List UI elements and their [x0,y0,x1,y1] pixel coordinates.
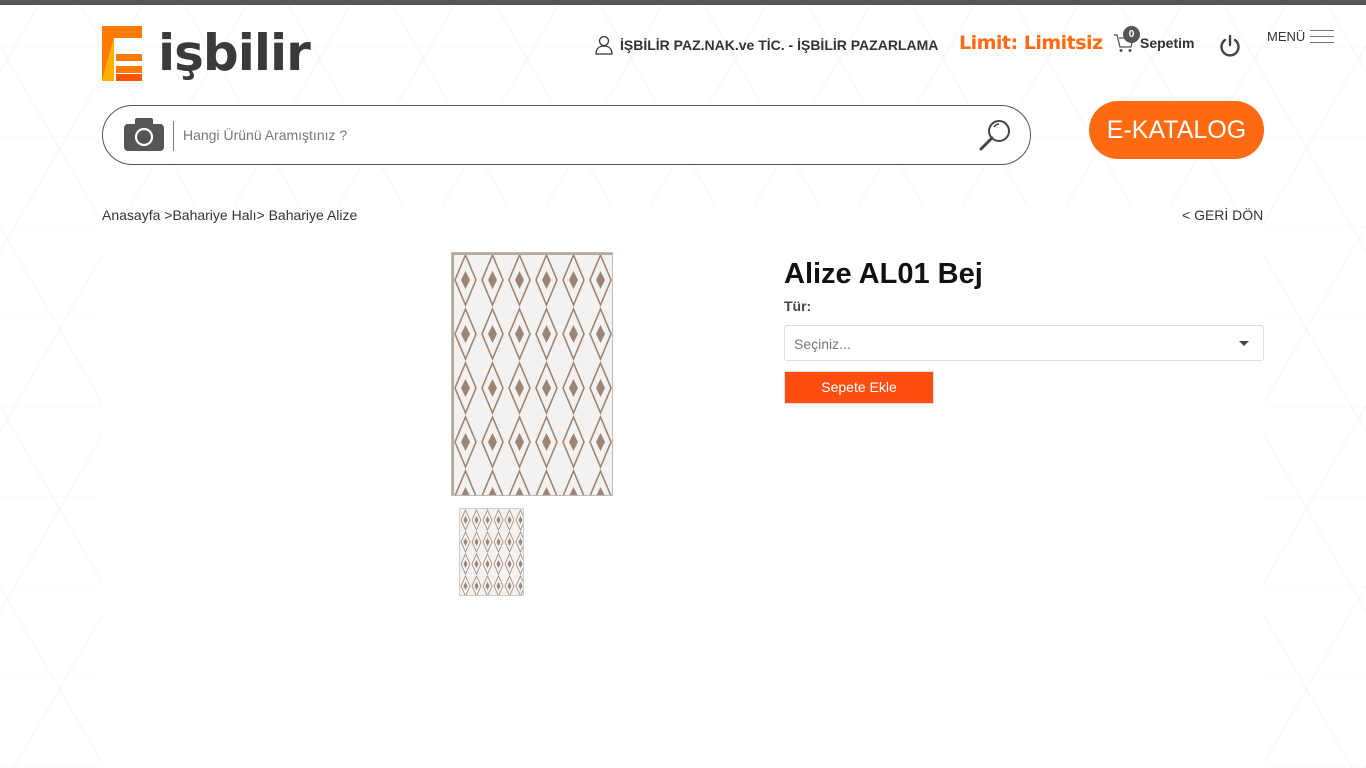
hamburger-icon [1310,25,1335,48]
type-select-value: Seçiniz... [794,336,851,352]
search-icon [979,120,1010,151]
top-bar [0,0,1366,5]
add-to-cart-button[interactable]: Sepete Ekle [784,371,934,404]
credit-limit: Limit: Limitsiz [959,32,1103,54]
type-select[interactable]: Seçiniz... [784,325,1264,361]
rug-thumbnail-image [460,509,523,595]
breadcrumb-home[interactable]: Anasayfa [102,207,160,223]
rug-image [452,253,612,495]
logout-button[interactable] [1218,34,1242,63]
product-thumbnail[interactable] [459,508,524,596]
ekatalog-button[interactable]: E-KATALOG [1089,101,1264,159]
cart-count-badge: 0 [1123,26,1140,43]
search-divider [173,121,174,151]
breadcrumb-separator: > [256,207,269,223]
power-icon [1220,34,1240,57]
breadcrumb-subcategory[interactable]: Bahariye Alize [269,207,358,223]
menu-label: MENÜ [1267,29,1306,44]
product-main-image[interactable] [451,252,613,496]
breadcrumb-category[interactable]: Bahariye Halı [172,207,256,223]
logo-mark-icon [102,25,142,81]
user-name: İŞBİLİR PAZ.NAK.ve TİC. - İŞBİLİR PAZARL… [620,37,939,53]
product-title: Alize AL01 Bej [784,258,983,290]
camera-icon [124,118,164,151]
breadcrumb-separator: > [160,207,173,223]
breadcrumb: Anasayfa >Bahariye Halı> Bahariye Alize [102,207,357,223]
search-bar [102,105,1031,165]
content-panel [102,205,1264,768]
search-input[interactable] [183,120,963,150]
search-button[interactable] [977,118,1013,159]
logo-text: işbilir [158,24,311,82]
cart-button[interactable]: 0 Sepetim [1113,26,1195,53]
logo[interactable]: işbilir [102,25,336,81]
camera-search-button[interactable] [123,116,165,157]
user-icon [595,35,613,55]
user-account[interactable]: İŞBİLİR PAZ.NAK.ve TİC. - İŞBİLİR PAZARL… [595,34,938,56]
chevron-down-icon [1239,341,1249,346]
back-link[interactable]: < GERİ DÖN [1182,207,1263,223]
cart-label: Sepetim [1140,35,1195,51]
menu-toggle[interactable]: MENÜ [1267,25,1335,48]
type-label: Tür: [784,298,812,314]
